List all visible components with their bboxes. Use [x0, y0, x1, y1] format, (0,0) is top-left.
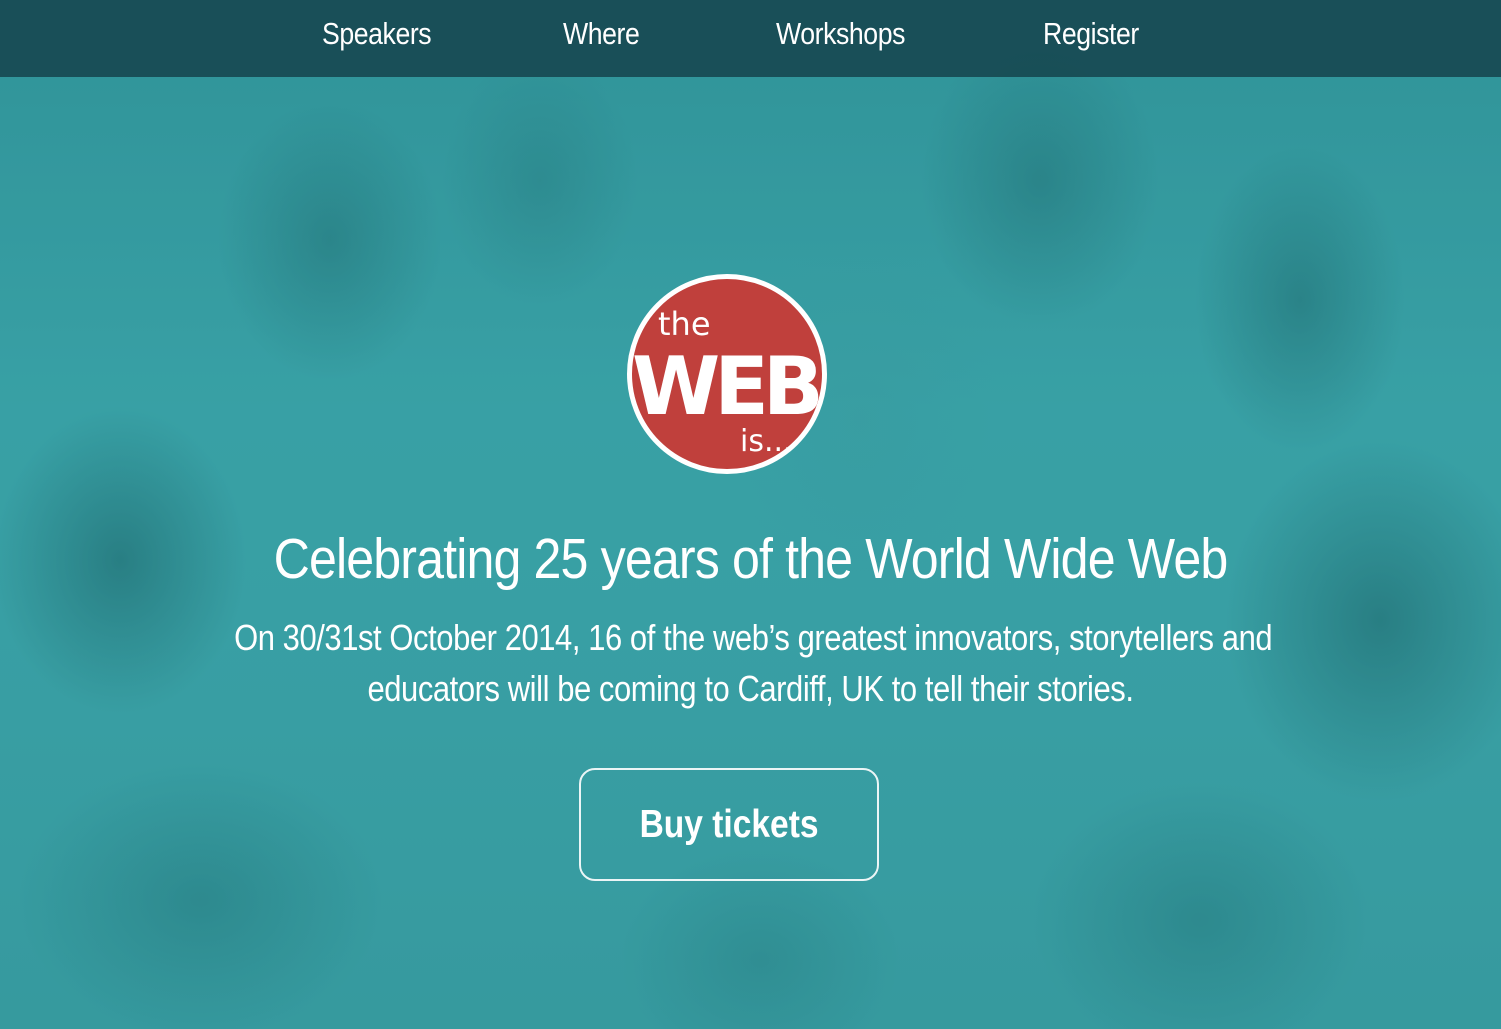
nav-link-where[interactable]: Where — [563, 16, 640, 52]
hero-headline: Celebrating 25 years of the World Wide W… — [273, 527, 1229, 591]
buy-tickets-button[interactable]: Buy tickets — [579, 768, 879, 881]
hero-description-line-1: On 30/31st October 2014, 16 of the web’s… — [234, 617, 1273, 658]
hero-description: On 30/31st October 2014, 16 of the web’s… — [234, 612, 1273, 714]
nav-link-workshops[interactable]: Workshops — [776, 16, 905, 52]
logo-text-web: WEB — [632, 340, 819, 433]
the-web-is-logo: the WEB is... — [627, 274, 827, 474]
logo-text-is: is... — [740, 424, 793, 459]
buy-tickets-label: Buy tickets — [639, 802, 819, 846]
logo-text-the: the — [658, 305, 711, 343]
nav-link-register[interactable]: Register — [1043, 16, 1139, 52]
logo-graphic: the WEB is... — [632, 305, 822, 459]
top-navigation: Speakers Where Workshops Register — [0, 0, 1501, 77]
hero-description-line-2: educators will be coming to Cardiff, UK … — [367, 668, 1134, 709]
nav-link-speakers[interactable]: Speakers — [322, 16, 432, 52]
